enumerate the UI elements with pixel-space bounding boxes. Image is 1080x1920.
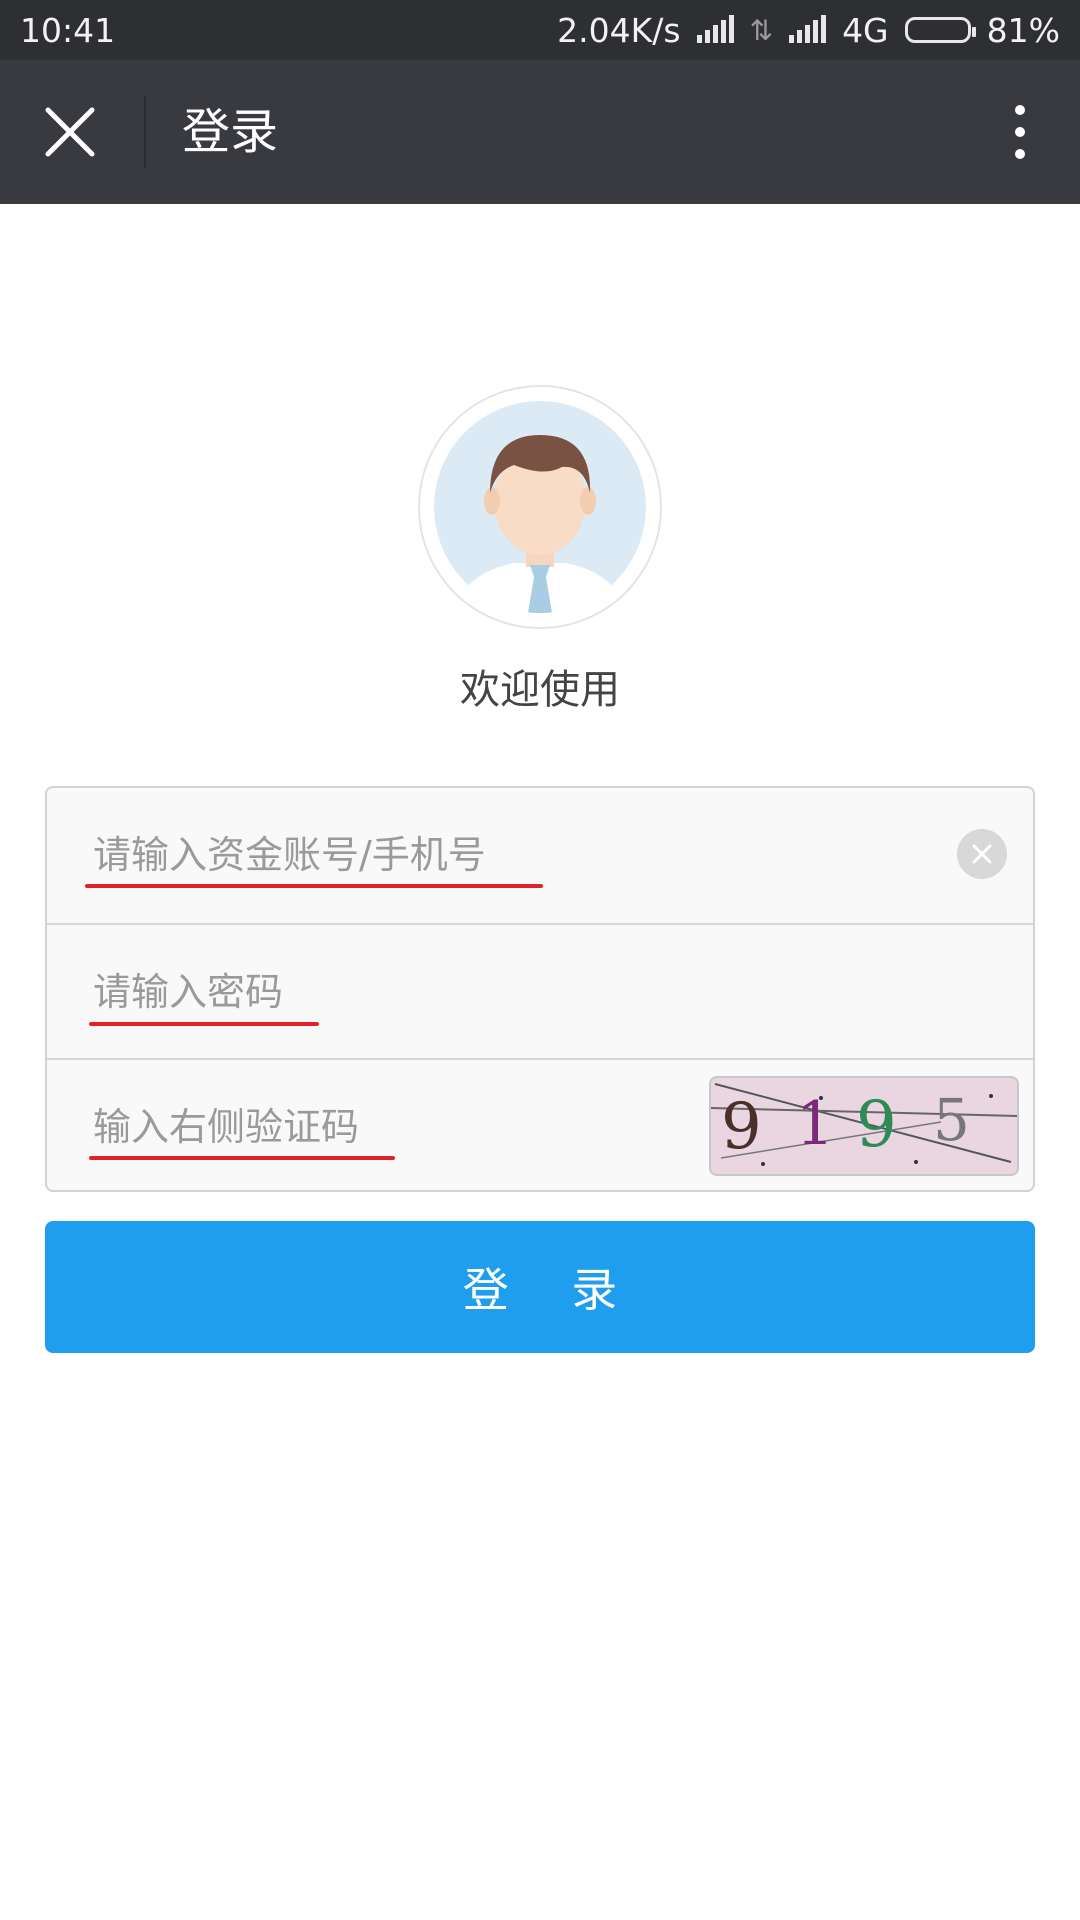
captcha-digit: 9 — [721, 1090, 762, 1164]
user-avatar-icon — [418, 385, 662, 629]
login-form: 9 1 9 5 — [45, 786, 1035, 1192]
captcha-digit: 5 — [933, 1086, 970, 1154]
status-indicators: 2.04K/s ⇅ 4G 81% — [557, 11, 1060, 50]
status-bar: 10:41 2.04K/s ⇅ 4G 81% — [0, 0, 1080, 60]
status-time: 10:41 — [20, 10, 116, 50]
signal-1-icon — [696, 15, 734, 43]
account-row — [47, 788, 1033, 922]
clear-icon[interactable] — [957, 829, 1007, 879]
more-vertical-icon[interactable] — [990, 96, 1050, 168]
password-underline — [89, 1022, 319, 1026]
captcha-row: 9 1 9 5 — [47, 1058, 1033, 1194]
nav-bar: 登录 — [0, 60, 1080, 204]
login-button[interactable]: 登 录 — [45, 1221, 1035, 1353]
captcha-digit: 9 — [856, 1088, 897, 1162]
page-title: 登录 — [182, 104, 279, 160]
network-type: 4G — [842, 10, 889, 50]
captcha-input[interactable] — [91, 1096, 695, 1158]
nav-divider — [144, 96, 146, 168]
password-input[interactable] — [91, 961, 695, 1023]
network-speed: 2.04K/s — [557, 10, 681, 50]
captcha-digit: 1 — [796, 1089, 834, 1159]
close-icon[interactable] — [40, 102, 100, 162]
battery-icon — [904, 17, 976, 43]
captcha-underline — [89, 1156, 395, 1160]
password-row — [47, 923, 1033, 1059]
signal-2-icon — [789, 15, 827, 43]
account-input[interactable] — [91, 824, 695, 886]
welcome-text: 欢迎使用 — [460, 667, 620, 713]
account-underline — [85, 884, 543, 888]
captcha-image[interactable]: 9 1 9 5 — [709, 1076, 1019, 1176]
battery-percent: 81% — [986, 10, 1060, 50]
data-arrows-icon: ⇅ — [749, 13, 774, 47]
